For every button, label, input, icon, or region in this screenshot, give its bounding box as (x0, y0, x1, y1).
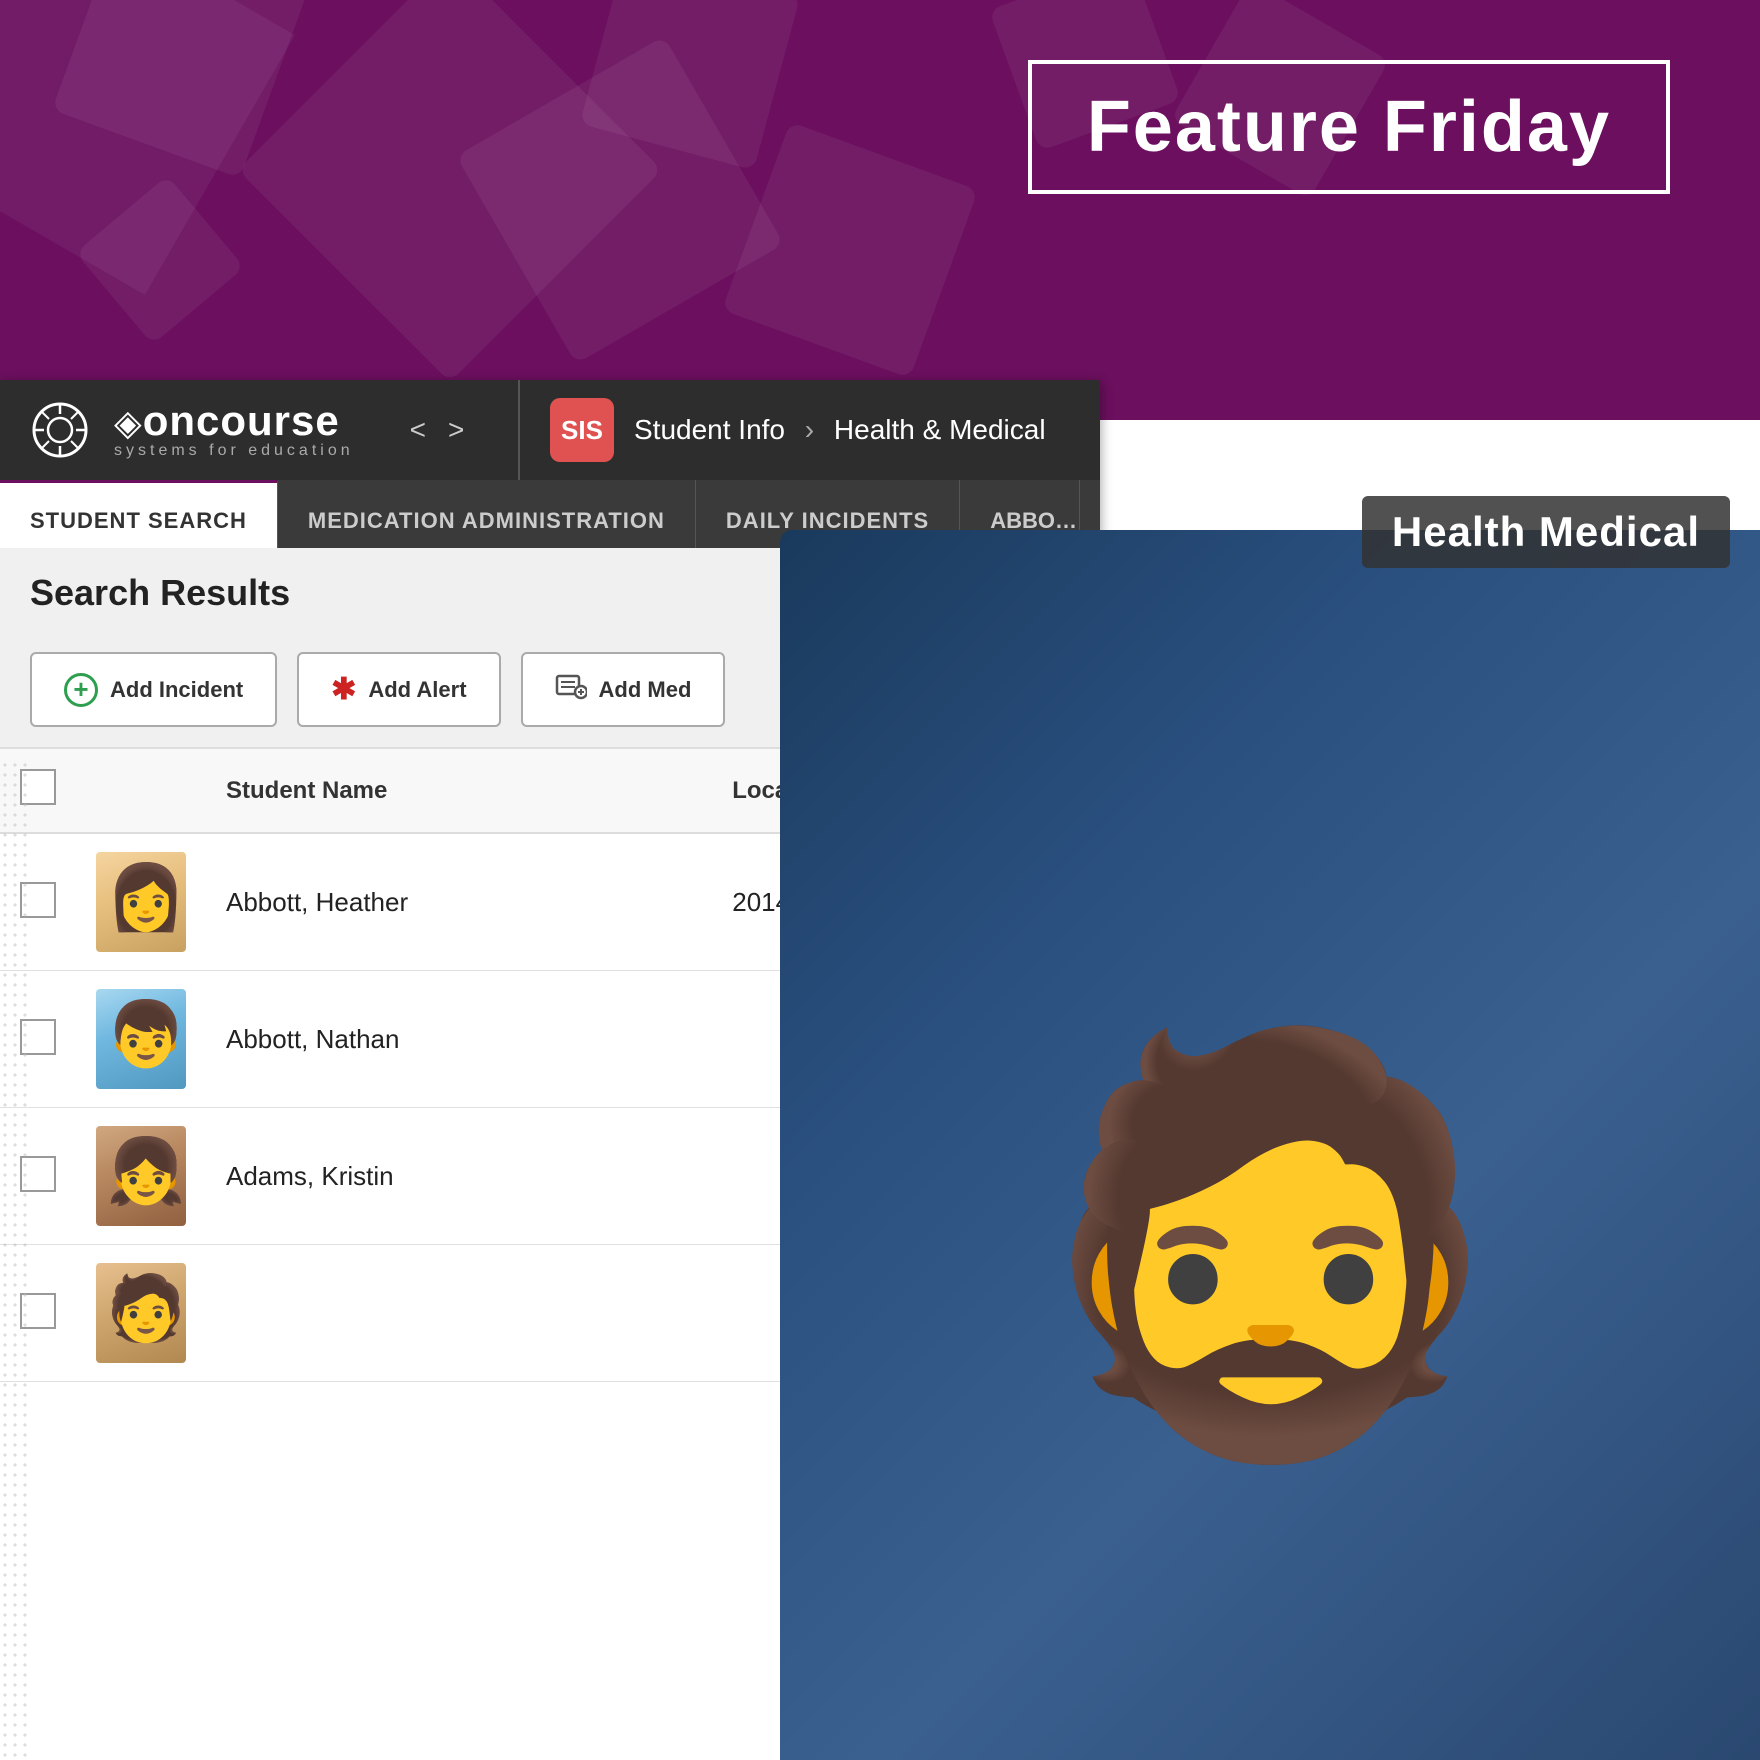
row-photo-cell (76, 971, 206, 1108)
table-row: Abbott, Nathan (0, 971, 1100, 1108)
search-results-title: Search Results (30, 572, 290, 613)
add-incident-icon: + (64, 673, 98, 707)
dot-grid-decoration (0, 760, 32, 1760)
table-header: Student Name Local ID (0, 748, 1100, 833)
breadcrumb-section: SIS Student Info › Health & Medical (520, 398, 1100, 462)
logo-icon (30, 400, 90, 460)
row-photo-cell (76, 833, 206, 971)
student-photo (96, 989, 186, 1089)
feature-friday-text: Feature Friday (1087, 87, 1611, 167)
student-photo (96, 1126, 186, 1226)
student-table: Student Name Local ID Abbott, Heather 20… (0, 747, 1100, 1382)
row-photo-cell (76, 1108, 206, 1245)
tab-abbo-partial[interactable]: ABBO… (960, 480, 1080, 548)
med-icon (555, 670, 587, 709)
student-name[interactable]: Adams, Kristin (206, 1108, 712, 1245)
table-row (0, 1245, 1100, 1382)
student-name (206, 1245, 712, 1382)
breadcrumb: Student Info › Health & Medical (634, 414, 1046, 446)
health-medical-overlay: Health Medical (1362, 496, 1730, 568)
add-incident-button[interactable]: + Add Incident (30, 652, 277, 727)
nav-arrows: < > (402, 410, 473, 450)
student-name[interactable]: Abbott, Heather (206, 833, 712, 971)
logo-section: ◈oncourse systems for education < > (0, 380, 520, 480)
logo-text-group: ◈oncourse systems for education (114, 400, 354, 460)
table-row: Adams, Kristin (0, 1108, 1100, 1245)
student-photo (96, 1263, 186, 1363)
local-id (712, 971, 1100, 1108)
tab-daily-incidents[interactable]: DAILY INCIDENTS (696, 480, 960, 548)
table-row: Abbott, Heather 201415213 (0, 833, 1100, 971)
tabs-bar: STUDENT SEARCH MEDICATION ADMINISTRATION… (0, 480, 1100, 548)
feature-friday-box: Feature Friday (1028, 60, 1670, 194)
alert-star-icon: ✱ (331, 672, 356, 707)
tab-student-search[interactable]: STUDENT SEARCH (0, 480, 278, 548)
tab-medication-admin[interactable]: MEDICATION ADMINISTRATION (278, 480, 696, 548)
add-alert-button[interactable]: ✱ Add Alert (297, 652, 500, 727)
breadcrumb-student-info[interactable]: Student Info (634, 414, 785, 445)
logo-sub-text: systems for education (114, 442, 354, 460)
student-name[interactable]: Abbott, Nathan (206, 971, 712, 1108)
nav-back-icon[interactable]: < (402, 410, 434, 450)
row-photo-cell (76, 1245, 206, 1382)
nav-bar: ◈oncourse systems for education < > SIS … (0, 380, 1100, 480)
header-local-id: Local ID (712, 748, 1100, 833)
header-student-name: Student Name (206, 748, 712, 833)
breadcrumb-separator: › (805, 414, 822, 445)
local-id (712, 1108, 1100, 1245)
student-photo (96, 852, 186, 952)
add-med-button[interactable]: Add Med (521, 652, 726, 727)
action-buttons-row: + Add Incident ✱ Add Alert Add Med (0, 632, 1100, 747)
logo-main-text: ◈oncourse (114, 400, 354, 442)
app-panel: ◈oncourse systems for education < > SIS … (0, 380, 1100, 1760)
search-results-header: Search Results (0, 548, 1100, 632)
local-id (712, 1245, 1100, 1382)
nav-forward-icon[interactable]: > (440, 410, 472, 450)
local-id: 201415213 (712, 833, 1100, 971)
breadcrumb-section-label[interactable]: Health & Medical (834, 414, 1046, 445)
sis-badge: SIS (550, 398, 614, 462)
header-photo-col (76, 748, 206, 833)
